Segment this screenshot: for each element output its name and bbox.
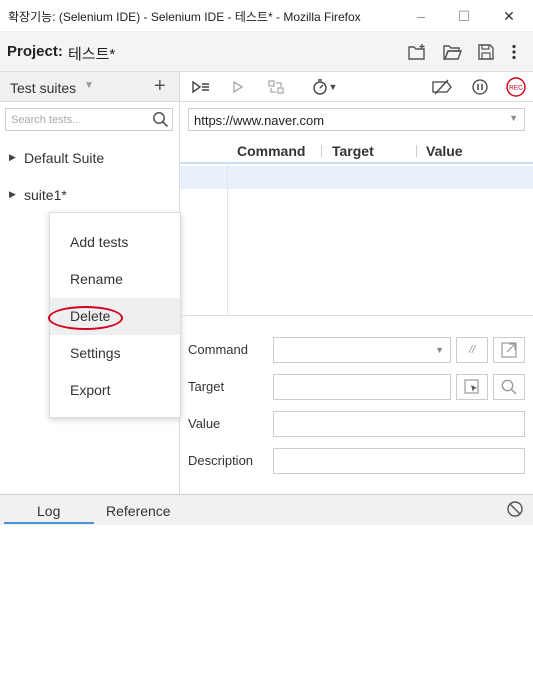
- search-icon: [152, 111, 169, 131]
- target-label: Target: [188, 379, 225, 394]
- save-project-icon[interactable]: [475, 41, 497, 63]
- suite-context-menu: Add tests Rename Delete Settings Export: [48, 212, 181, 418]
- suite-name: Default Suite: [24, 150, 105, 166]
- base-url-select[interactable]: https://www.naver.com ▼: [188, 108, 525, 131]
- step-over-icon[interactable]: [264, 76, 288, 98]
- menu-item-rename[interactable]: Rename: [50, 261, 180, 298]
- bottom-tab-bar: Log Reference: [0, 495, 533, 525]
- chevron-down-icon[interactable]: ▼: [326, 76, 340, 98]
- search-tests-input[interactable]: Search tests...: [5, 108, 173, 131]
- column-header-command: Command: [237, 143, 306, 159]
- menu-item-label: Rename: [70, 271, 123, 287]
- run-all-tests-icon[interactable]: [189, 76, 213, 98]
- chevron-down-icon[interactable]: ▼: [84, 80, 94, 91]
- description-label: Description: [188, 453, 254, 468]
- more-options-icon[interactable]: [503, 41, 525, 63]
- project-bar: Project: 테스트*: [0, 32, 533, 72]
- record-button[interactable]: REC: [504, 76, 528, 98]
- chevron-down-icon[interactable]: ▼: [435, 345, 444, 355]
- test-toolbar: ▼ REC: [180, 72, 533, 102]
- table-row[interactable]: [180, 166, 533, 189]
- run-test-icon[interactable]: [226, 76, 250, 98]
- select-element-icon: [464, 379, 479, 394]
- find-target-button[interactable]: [493, 374, 525, 400]
- menu-item-label: Add tests: [70, 234, 129, 250]
- window-titlebar: 확장기능: (Selenium IDE) - Selenium IDE - 테스…: [0, 0, 533, 32]
- value-label: Value: [188, 416, 221, 431]
- new-project-icon[interactable]: [406, 41, 428, 63]
- description-input[interactable]: [273, 448, 525, 474]
- menu-item-label: Settings: [70, 345, 121, 361]
- project-name[interactable]: 테스트*: [68, 43, 115, 64]
- active-tab-indicator: [4, 522, 94, 524]
- command-table-header: Command Target Value: [180, 138, 533, 164]
- minimize-button[interactable]: –: [410, 6, 432, 26]
- suite-name: suite1*: [24, 187, 67, 203]
- suite-item-suite1[interactable]: ▶ suite1*: [0, 181, 179, 211]
- rec-label: REC: [509, 85, 523, 92]
- expand-arrow-icon[interactable]: ▶: [9, 152, 16, 163]
- value-input[interactable]: [273, 411, 525, 437]
- command-combobox[interactable]: ▼: [273, 337, 451, 363]
- pause-on-exceptions-icon[interactable]: [468, 76, 492, 98]
- clear-log-icon[interactable]: [506, 500, 524, 521]
- search-icon: [501, 379, 517, 395]
- close-button[interactable]: ✕: [498, 6, 520, 26]
- maximize-button[interactable]: ☐: [453, 6, 475, 26]
- search-placeholder: Search tests...: [11, 114, 82, 126]
- expand-arrow-icon[interactable]: ▶: [9, 189, 16, 200]
- command-table-body: [180, 164, 533, 316]
- column-header-target: Target: [332, 143, 374, 159]
- comment-icon: //: [468, 344, 476, 356]
- menu-item-settings[interactable]: Settings: [50, 335, 180, 372]
- chevron-down-icon[interactable]: ▼: [509, 113, 518, 123]
- test-suites-dropdown[interactable]: Test suites: [10, 80, 76, 96]
- suite-item-default[interactable]: ▶ Default Suite: [0, 144, 179, 174]
- target-input[interactable]: [273, 374, 451, 400]
- menu-item-label: Export: [70, 382, 111, 398]
- command-label: Command: [188, 342, 248, 357]
- tab-reference[interactable]: Reference: [106, 503, 171, 519]
- open-project-icon[interactable]: [441, 41, 463, 63]
- highlight-annotation-oval: [48, 306, 123, 330]
- open-in-new-icon: [501, 342, 517, 358]
- project-label: Project:: [7, 43, 63, 60]
- window-title: 확장기능: (Selenium IDE) - Selenium IDE - 테스…: [8, 10, 361, 24]
- select-target-button[interactable]: [456, 374, 488, 400]
- comment-toggle-button[interactable]: //: [456, 337, 488, 363]
- sidebar-header: Test suites ▼ +: [0, 72, 179, 102]
- add-suite-button[interactable]: +: [154, 75, 166, 97]
- menu-item-export[interactable]: Export: [50, 372, 180, 409]
- bottom-panel: Log Reference: [0, 494, 533, 685]
- base-url-value: https://www.naver.com: [194, 113, 325, 128]
- tab-log[interactable]: Log: [37, 503, 60, 519]
- menu-item-add-tests[interactable]: Add tests: [50, 224, 180, 261]
- column-header-value: Value: [426, 143, 463, 159]
- disable-breakpoints-icon[interactable]: [430, 76, 454, 98]
- menu-item-delete[interactable]: Delete: [48, 298, 180, 335]
- open-reference-button[interactable]: [493, 337, 525, 363]
